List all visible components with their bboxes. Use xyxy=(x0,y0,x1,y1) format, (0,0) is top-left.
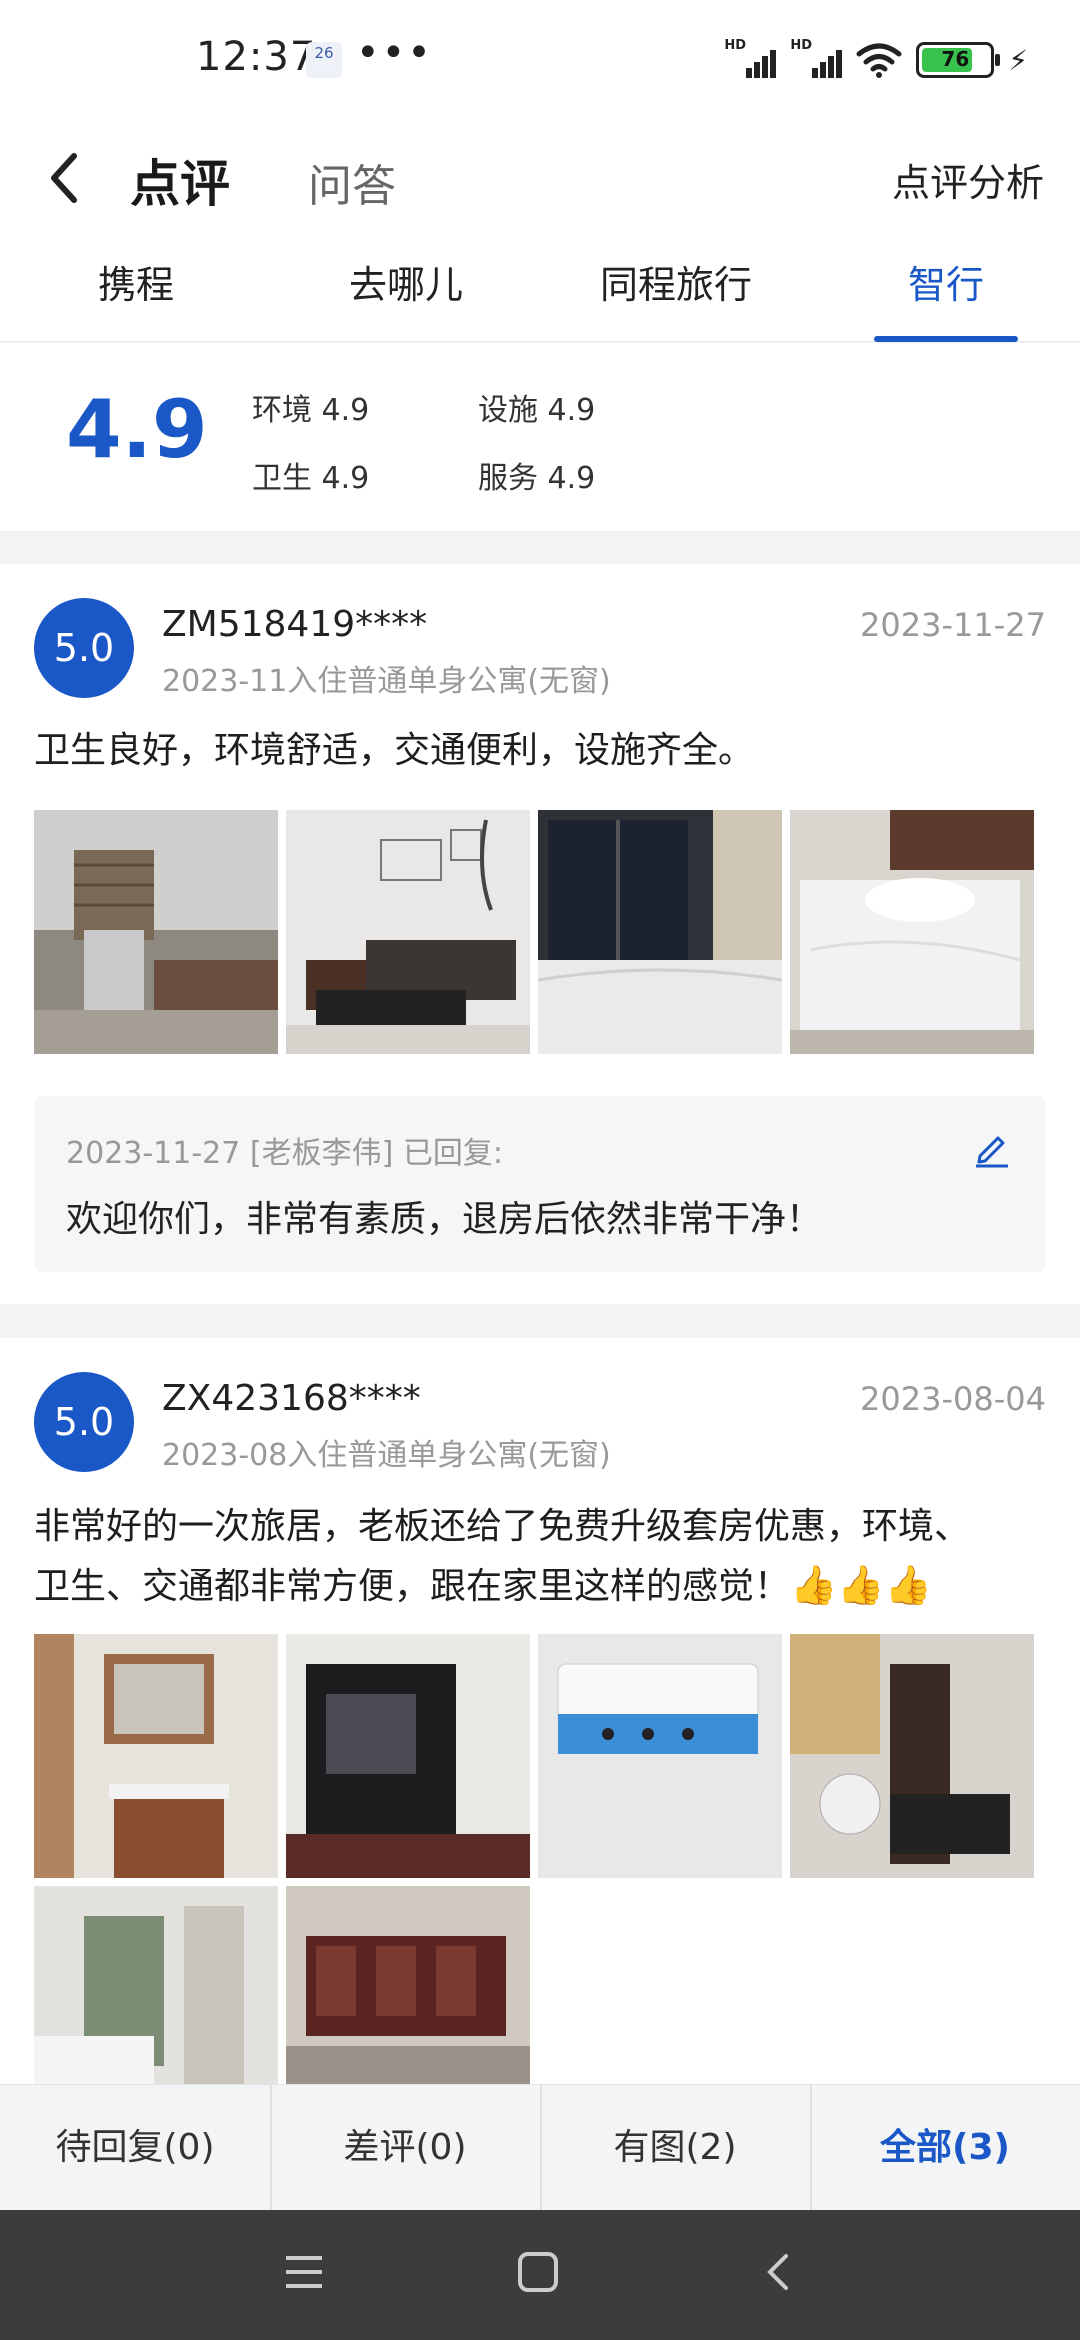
reviewer-name: ZX423168**** xyxy=(162,1378,421,1419)
review-photo[interactable] xyxy=(286,1886,530,2084)
page-header: 点评 问答 点评分析 xyxy=(0,120,1080,230)
score-summary: 4.9 环境 4.9 设施 4.9 卫生 4.9 服务 4.9 xyxy=(0,343,1080,531)
review-analysis-link[interactable]: 点评分析 xyxy=(892,152,1044,207)
filter-pending-reply[interactable]: 待回复(0) xyxy=(0,2085,270,2211)
back-arrow-icon[interactable] xyxy=(40,148,90,208)
review-text-line: 非常好的一次旅居，老板还给了免费升级套房优惠，环境、 xyxy=(34,1506,971,1547)
tab-zhixing[interactable]: 智行 xyxy=(826,254,1066,309)
rating-badge: 5.0 xyxy=(34,598,134,698)
score-service: 服务 4.9 xyxy=(478,461,596,496)
review-photo[interactable] xyxy=(34,1886,278,2084)
signal-icon-2: HD xyxy=(790,38,843,78)
review-card: 5.0 ZX423168**** 2023-08-04 2023-08入住普通单… xyxy=(0,1338,1080,2084)
review-text-line-2: 卫生、交通都非常方便，跟在家里这样的感觉！ xyxy=(34,1566,791,1607)
tab-reviews[interactable]: 点评 xyxy=(130,144,230,216)
source-tabs: 携程 去哪儿 同程旅行 智行 xyxy=(0,230,1080,342)
system-nav-bar xyxy=(0,2210,1080,2340)
review-photo[interactable] xyxy=(538,1634,782,1878)
battery-level: 76 xyxy=(941,47,970,71)
signal-icon: HD xyxy=(724,38,777,78)
review-text: 非常好的一次旅居，老板还给了免费升级套房优惠，环境、 卫生、交通都非常方便，跟在… xyxy=(34,1498,1046,1616)
score-facilities: 设施 4.9 xyxy=(478,393,596,428)
review-card: 5.0 ZM518419**** 2023-11-27 2023-11入住普通单… xyxy=(0,564,1080,1304)
tab-ctrip[interactable]: 携程 xyxy=(16,254,256,309)
status-time: 12:37 xyxy=(196,34,317,80)
review-photo[interactable] xyxy=(286,1634,530,1878)
signal-hd-label-2: HD xyxy=(790,38,812,53)
filter-with-photos[interactable]: 有图(2) xyxy=(540,2085,810,2211)
review-photo[interactable] xyxy=(34,1634,278,1878)
menu-icon[interactable] xyxy=(282,2250,326,2294)
review-photo[interactable] xyxy=(34,810,278,1054)
tab-tongcheng[interactable]: 同程旅行 xyxy=(556,254,796,309)
review-photo[interactable] xyxy=(538,810,782,1054)
rating-badge: 5.0 xyxy=(34,1372,134,1472)
score-environment: 环境 4.9 xyxy=(252,393,370,428)
review-text: 卫生良好，环境舒适，交通便利，设施齐全。 xyxy=(34,730,755,771)
review-text-line: 卫生、交通都非常方便，跟在家里这样的感觉！👍👍👍 xyxy=(34,1556,1046,1616)
status-bar: 12:37 26 ••• HD HD 76 ⚡ xyxy=(0,0,1080,120)
review-filter-bar: 待回复(0) 差评(0) 有图(2) 全部(3) xyxy=(0,2084,1080,2211)
review-photo[interactable] xyxy=(790,1634,1034,1878)
review-date: 2023-11-27 xyxy=(860,606,1046,644)
review-photo[interactable] xyxy=(790,810,1034,1054)
review-date: 2023-08-04 xyxy=(860,1380,1046,1418)
calendar-badge-icon: 26 xyxy=(306,42,342,78)
tab-qa[interactable]: 问答 xyxy=(308,150,396,214)
battery-icon: 76 xyxy=(916,42,1001,78)
overall-score: 4.9 xyxy=(66,383,208,476)
edit-icon[interactable] xyxy=(972,1128,1012,1168)
wifi-icon xyxy=(856,43,902,78)
tab-qunar[interactable]: 去哪儿 xyxy=(286,254,526,309)
back-nav-icon[interactable] xyxy=(758,2250,802,2294)
stay-info: 2023-11入住普通单身公寓(无窗) xyxy=(162,664,611,699)
owner-reply: 2023-11-27 [老板李伟] 已回复: 欢迎你们，非常有素质，退房后依然非… xyxy=(34,1096,1046,1272)
charging-icon: ⚡ xyxy=(1008,43,1028,77)
active-tab-indicator xyxy=(874,336,1018,342)
reply-text: 欢迎你们，非常有素质，退房后依然非常干净！ xyxy=(66,1199,823,1240)
stay-info: 2023-08入住普通单身公寓(无窗) xyxy=(162,1438,611,1473)
filter-negative[interactable]: 差评(0) xyxy=(270,2085,540,2211)
reviewer-name: ZM518419**** xyxy=(162,604,428,645)
signal-hd-label: HD xyxy=(724,38,746,53)
home-icon[interactable] xyxy=(516,2250,560,2294)
review-photo[interactable] xyxy=(286,810,530,1054)
more-notifications-icon: ••• xyxy=(356,30,433,76)
filter-all[interactable]: 全部(3) xyxy=(810,2085,1080,2211)
status-icons: HD HD 76 ⚡ xyxy=(724,38,1028,80)
reply-meta: 2023-11-27 [老板李伟] 已回复: xyxy=(66,1136,503,1171)
thumbs-up-emoji: 👍👍👍 xyxy=(790,1563,932,1607)
score-hygiene: 卫生 4.9 xyxy=(252,461,370,496)
